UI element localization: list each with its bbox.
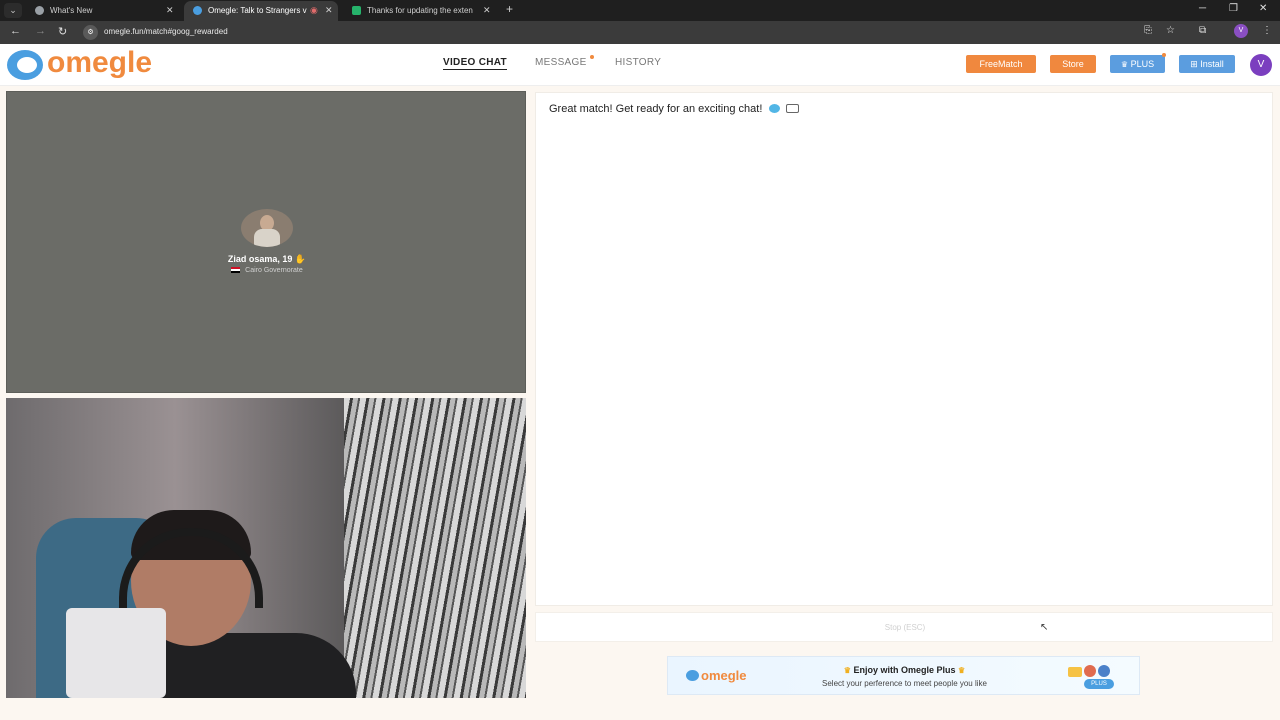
nav-history[interactable]: HISTORY <box>615 57 661 68</box>
install-label: Install <box>1200 59 1224 69</box>
browser-tab-whats-new[interactable]: What's New ✕ <box>26 1 180 21</box>
egypt-flag-icon <box>231 267 241 273</box>
plus-button[interactable]: ♛ PLUS <box>1110 55 1165 73</box>
chat-panel: Great match! Get ready for an exciting c… <box>535 92 1273 606</box>
remote-user-name: Ziad osama, 19 <box>227 254 293 264</box>
browser-tab-omegle[interactable]: Omegle: Talk to Strangers v ◉ ✕ <box>184 1 338 21</box>
stop-button[interactable]: Stop (ESC) <box>536 623 1274 632</box>
install-app-icon[interactable]: ⎘ <box>1144 25 1152 36</box>
plus-label: PLUS <box>1130 59 1155 69</box>
menu-kebab-icon[interactable]: ⋮ <box>1262 25 1272 36</box>
chat-emoji-icon <box>785 104 799 113</box>
close-window-icon[interactable]: ✕ <box>1259 3 1267 14</box>
url-text[interactable]: omegle.fun/match#goog_rewarded <box>104 27 228 36</box>
remote-avatar <box>241 209 293 247</box>
verified-hand-icon: ✋ <box>294 254 307 264</box>
omegle-favicon-icon <box>193 6 202 15</box>
close-tab-icon[interactable]: ✕ <box>325 1 333 20</box>
freematch-button[interactable]: FreeMatch <box>966 55 1036 73</box>
omegle-plus-banner[interactable]: omegle ♛ Enjoy with Omegle Plus ♛ Select… <box>667 656 1140 695</box>
remote-user-info: Ziad osama, 19 ✋ <box>7 254 527 265</box>
tab-title: What's New <box>50 6 93 15</box>
person-icon <box>1084 665 1096 677</box>
message-notification-dot <box>590 55 594 59</box>
bookmark-star-icon[interactable]: ☆ <box>1166 25 1175 36</box>
remote-location-row: Cairo Governorate <box>7 267 527 274</box>
crown-icon: ♛ <box>843 666 851 675</box>
tab-title: Omegle: Talk to Strangers v <box>208 6 307 15</box>
camera-microphone <box>66 608 166 698</box>
new-tab-button[interactable]: + <box>506 2 513 16</box>
minimize-icon[interactable]: ─ <box>1199 3 1206 14</box>
chrome-icon <box>35 6 44 15</box>
remote-user-location: Cairo Governorate <box>245 267 303 274</box>
extensions-icon[interactable]: ⧉ <box>1199 25 1206 36</box>
crown-icon: ♛ <box>1120 60 1129 69</box>
address-bar[interactable]: ⚙ omegle.fun/match#goog_rewarded <box>80 24 1220 41</box>
forward-arrow-icon[interactable]: → <box>35 25 46 37</box>
browser-profile-avatar[interactable]: V <box>1234 24 1248 38</box>
logo-text: omegle <box>47 46 153 79</box>
site-info-icon[interactable]: ⚙ <box>83 25 98 40</box>
logo-bubble-inner <box>17 57 37 73</box>
close-tab-icon[interactable]: ✕ <box>166 1 174 20</box>
restore-icon[interactable]: ❐ <box>1229 3 1238 14</box>
tab-title: Thanks for updating the exten <box>367 6 473 15</box>
reload-icon[interactable]: ↻ <box>58 25 67 38</box>
nav-message[interactable]: MESSAGE <box>535 57 587 68</box>
camera-curtain <box>344 398 526 698</box>
banner-illustration: PLUS <box>1068 661 1124 691</box>
site-header: omegle VIDEO CHAT MESSAGE HISTORY FreeMa… <box>0 44 1280 86</box>
nav-video-chat[interactable]: VIDEO CHAT <box>443 57 507 70</box>
avatar-body <box>254 229 280 247</box>
crown-icon: ♛ <box>958 666 966 675</box>
bubble-emoji-icon <box>769 104 781 113</box>
local-camera-video <box>6 398 526 698</box>
install-icon: ⊞ <box>1190 59 1198 69</box>
shield-icon <box>352 6 361 15</box>
install-button[interactable]: ⊞ Install <box>1179 55 1235 73</box>
tab-search-button[interactable]: ⌄ <box>4 3 22 18</box>
system-message: Great match! Get ready for an exciting c… <box>549 103 799 115</box>
store-button[interactable]: Store <box>1050 55 1096 73</box>
banner-title: Enjoy with Omegle Plus <box>853 665 956 675</box>
stop-bar[interactable]: Stop (ESC) <box>535 612 1273 642</box>
browser-tab-strip: ⌄ What's New ✕ Omegle: Talk to Strangers… <box>0 0 1280 21</box>
person-icon <box>1098 665 1110 677</box>
flag-icon <box>1068 667 1082 677</box>
plus-badge: PLUS <box>1084 679 1114 689</box>
plus-notification-dot <box>1162 53 1166 57</box>
user-avatar[interactable]: V <box>1250 54 1272 76</box>
close-tab-icon[interactable]: ✕ <box>483 1 491 20</box>
address-toolbar: ← → ↻ ⚙ omegle.fun/match#goog_rewarded ⎘… <box>0 21 1280 44</box>
back-arrow-icon[interactable]: ← <box>10 25 21 37</box>
browser-tab-thanks[interactable]: Thanks for updating the exten ✕ <box>343 1 497 21</box>
recording-icon: ◉ <box>310 5 318 15</box>
mouse-cursor-icon: ↖ <box>1040 622 1049 633</box>
system-message-text: Great match! Get ready for an exciting c… <box>549 103 763 115</box>
remote-video: Ziad osama, 19 ✋ Cairo Governorate <box>6 91 526 393</box>
